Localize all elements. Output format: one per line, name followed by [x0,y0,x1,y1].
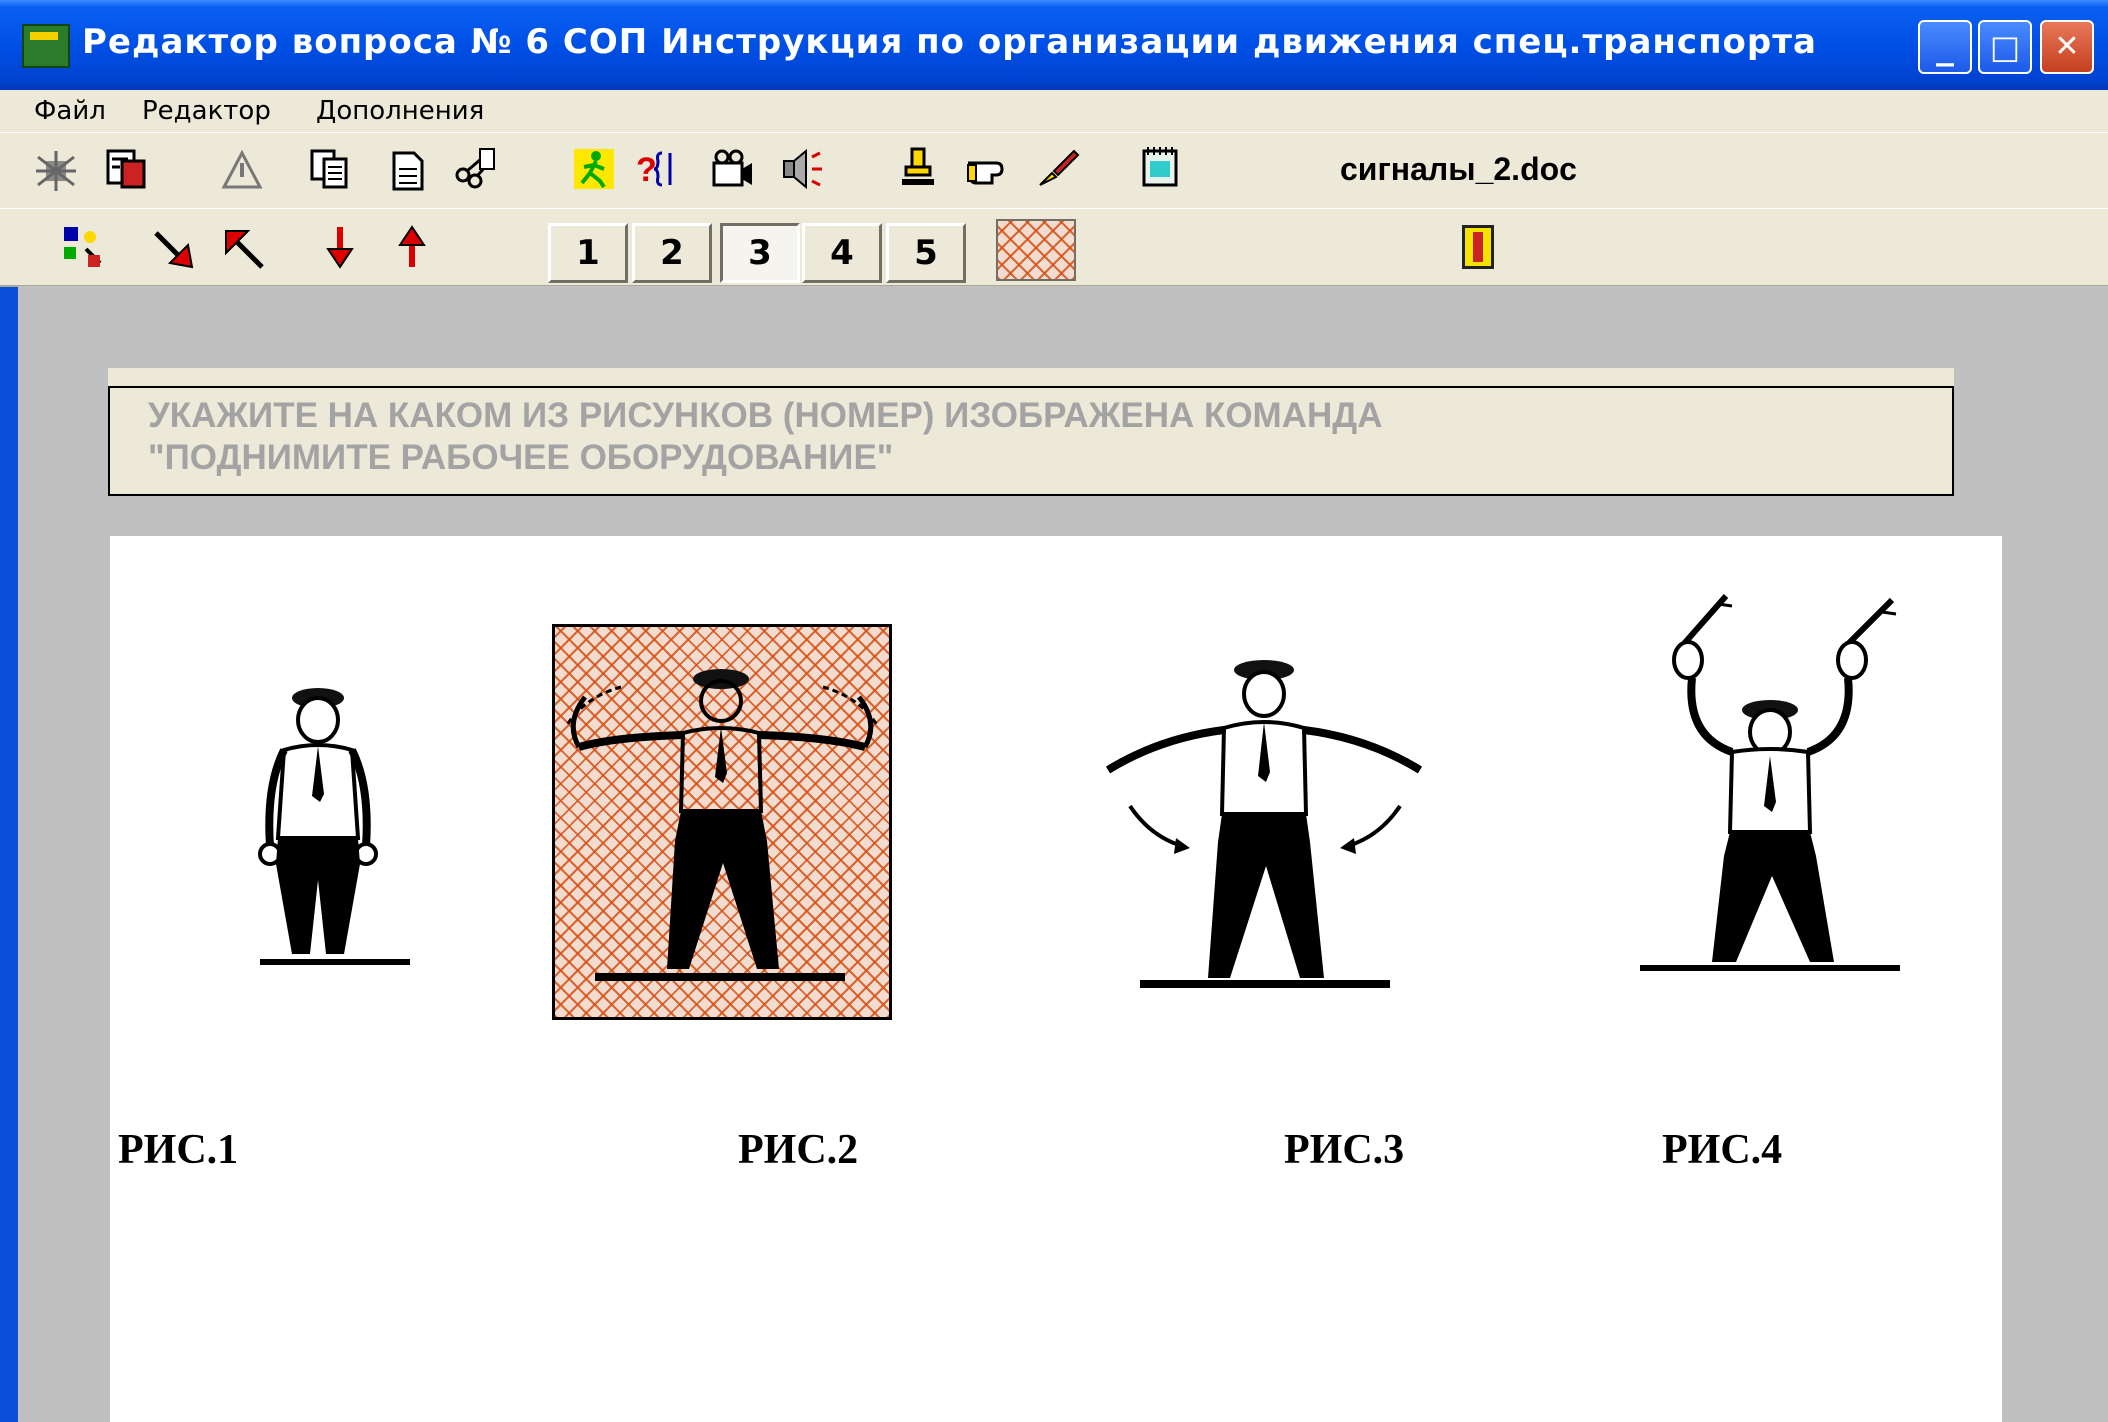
answer-button-5[interactable]: 5 [886,223,966,283]
answer-button-3[interactable]: 3 [720,223,800,283]
maximize-button[interactable]: □ [1978,20,2032,74]
answer-toolbar: 1 2 3 4 5 [0,208,2108,287]
document-filename: сигналы_2.doc [1340,151,1577,187]
pointer-icon[interactable] [966,149,1010,193]
editor-window: Редактор вопроса № 6 СОП Инструкция по о… [0,0,2108,1422]
arrow-up-left-icon[interactable] [222,227,266,271]
figure-2-image [565,669,879,981]
page-icon[interactable] [386,149,430,193]
close-button[interactable]: ✕ [2040,20,2094,74]
picture-canvas: РИС.1 РИС.2 РИС.3 РИС.4 [110,536,2002,1422]
save-doc-icon[interactable] [104,147,148,191]
answer-button-2[interactable]: 2 [632,223,712,283]
figure-2-caption: РИС.2 [738,1127,859,1173]
exit-door-icon[interactable] [1462,225,1494,269]
scissors-icon[interactable] [454,145,498,189]
alert-icon[interactable] [220,149,264,193]
minimize-button[interactable]: _ [1918,20,1972,74]
main-toolbar: ? сигналы_2.doc [0,132,2108,210]
svg-text:?: ? [636,151,657,189]
arrow-up-icon[interactable] [390,225,434,269]
question-panel-top [108,368,1954,386]
sound-icon[interactable] [780,147,824,191]
question-icon[interactable]: ? [636,147,680,191]
question-line-1: УКАЖИТЕ НА КАКОМ ИЗ РИСУНКОВ (НОМЕР) ИЗО… [148,396,1383,435]
bug-icon[interactable] [34,149,78,193]
menu-file[interactable]: Файл [34,96,106,126]
notepad-icon[interactable] [1138,145,1182,189]
hatch-fill-button[interactable] [996,219,1076,281]
menu-extras[interactable]: Дополнения [316,96,484,126]
arrow-down-icon[interactable] [318,225,362,269]
figure-4-caption: РИС.4 [1662,1127,1783,1173]
figure-3-image[interactable] [1100,646,1430,1006]
figure-4-image[interactable] [1620,576,1920,976]
app-icon [22,24,70,68]
figure-2-selection[interactable] [552,624,892,1020]
question-box: УКАЖИТЕ НА КАКОМ ИЗ РИСУНКОВ (НОМЕР) ИЗО… [108,386,1954,496]
stamp-icon[interactable] [896,145,940,189]
title-bar[interactable]: Редактор вопроса № 6 СОП Инструкция по о… [0,0,2108,90]
runner-icon[interactable] [572,147,616,191]
question-line-2: "ПОДНИМИТЕ РАБОЧЕЕ ОБОРУДОВАНИЕ" [148,438,894,477]
menu-editor[interactable]: Редактор [142,96,271,126]
figure-1-caption: РИС.1 [118,1127,239,1173]
camera-icon[interactable] [710,147,754,191]
brush-icon[interactable] [1036,145,1080,189]
figure-3-caption: РИС.3 [1284,1127,1405,1173]
arrow-down-right-icon[interactable] [152,227,196,271]
answer-button-4[interactable]: 4 [802,223,882,283]
copy-icon[interactable] [308,147,352,191]
figure-1-image[interactable] [190,676,450,976]
answer-button-1[interactable]: 1 [548,223,628,283]
shapes-icon[interactable] [60,225,104,269]
window-title: Редактор вопроса № 6 СОП Инструкция по о… [82,22,1817,62]
menu-bar: Файл Редактор Дополнения [0,90,2108,132]
window-border [0,90,18,1422]
